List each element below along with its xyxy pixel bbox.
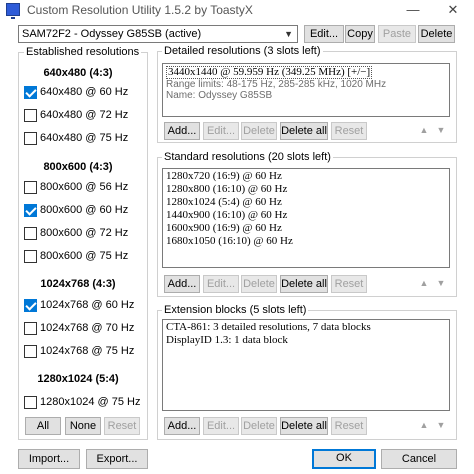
checkbox-box[interactable] (24, 345, 37, 358)
checkbox-box[interactable] (24, 109, 37, 122)
paste-button[interactable]: Paste (378, 25, 416, 43)
list-item[interactable]: 1600x900 (16:9) @ 60 Hz (166, 223, 446, 234)
chevron-down-icon: ▼ (284, 29, 293, 39)
checkbox-label: 1024x768 @ 60 Hz (40, 299, 135, 311)
established-resolutions-title: Established resolutions (24, 46, 142, 58)
title-bar: Custom Resolution Utility 1.5.2 by Toast… (0, 0, 474, 20)
move-down-icon[interactable]: ▼ (434, 275, 448, 291)
checkbox-label: 1024x768 @ 70 Hz (40, 322, 135, 334)
export-button[interactable]: Export... (86, 449, 148, 469)
detailed-delete-button[interactable]: Delete (241, 122, 277, 140)
detailed-resolutions-list[interactable]: 3440x1440 @ 59.959 Hz (349.25 MHz) [+/−]… (162, 63, 450, 117)
extension-edit-button[interactable]: Edit... (203, 417, 239, 435)
checkbox-box[interactable] (24, 86, 37, 99)
cancel-button[interactable]: Cancel (381, 449, 457, 469)
standard-resolutions-title: Standard resolutions (20 slots left) (162, 151, 333, 163)
monitor-select[interactable]: SAM72F2 - Odyssey G85SB (active) ▼ (18, 25, 298, 43)
minimize-button[interactable]: — (396, 0, 430, 20)
copy-button[interactable]: Copy (345, 25, 375, 43)
monitor-name-text: Name: Odyssey G85SB (166, 90, 273, 101)
range-limits-text: Range limits: 48-175 Hz, 285-285 kHz, 10… (166, 79, 387, 90)
select-none-button[interactable]: None (65, 417, 101, 435)
move-up-icon[interactable]: ▲ (417, 417, 431, 433)
detailed-edit-button[interactable]: Edit... (203, 122, 239, 140)
checkbox-label: 1280x1024 @ 75 Hz (40, 396, 141, 408)
close-button[interactable]: ✕ (436, 0, 470, 20)
move-up-icon[interactable]: ▲ (417, 122, 431, 138)
checkbox-box[interactable] (24, 204, 37, 217)
detailed-resolutions-title: Detailed resolutions (3 slots left) (162, 45, 323, 57)
standard-reset-button[interactable]: Reset (331, 275, 367, 293)
group-heading-640x480: 640x480 (4:3) (43, 67, 113, 79)
detailed-add-button[interactable]: Add... (164, 122, 200, 140)
group-heading-800x600: 800x600 (4:3) (43, 161, 113, 173)
checkbox-label: 1024x768 @ 75 Hz (40, 345, 135, 357)
import-button[interactable]: Import... (18, 449, 80, 469)
standard-delete-all-button[interactable]: Delete all (280, 275, 328, 293)
detailed-resolution-entry[interactable]: 3440x1440 @ 59.959 Hz (349.25 MHz) [+/−] (166, 66, 373, 79)
checkbox-label: 800x600 @ 72 Hz (40, 227, 129, 239)
list-item[interactable]: 1280x720 (16:9) @ 60 Hz (166, 171, 446, 182)
move-down-icon[interactable]: ▼ (434, 417, 448, 433)
delete-monitor-button[interactable]: Delete (418, 25, 455, 43)
checkbox-label: 800x600 @ 56 Hz (40, 181, 129, 193)
checkbox-label: 800x600 @ 60 Hz (40, 204, 129, 216)
ok-button[interactable]: OK (312, 449, 376, 469)
checkbox-box[interactable] (24, 250, 37, 263)
move-down-icon[interactable]: ▼ (434, 122, 448, 138)
move-up-icon[interactable]: ▲ (417, 275, 431, 291)
standard-edit-button[interactable]: Edit... (203, 275, 239, 293)
checkbox-label: 800x600 @ 75 Hz (40, 250, 129, 262)
extension-blocks-list[interactable]: CTA-861: 3 detailed resolutions, 7 data … (162, 319, 450, 411)
checkbox-box[interactable] (24, 322, 37, 335)
extension-delete-button[interactable]: Delete (241, 417, 277, 435)
checkbox-box[interactable] (24, 132, 37, 145)
extension-reset-button[interactable]: Reset (331, 417, 367, 435)
checkbox-box[interactable] (24, 181, 37, 194)
checkbox-label: 640x480 @ 75 Hz (40, 132, 129, 144)
monitor-icon (6, 3, 20, 19)
checkbox-label: 640x480 @ 60 Hz (40, 86, 129, 98)
detailed-delete-all-button[interactable]: Delete all (280, 122, 328, 140)
checkbox-box[interactable] (24, 396, 37, 409)
checkbox-box[interactable] (24, 227, 37, 240)
standard-add-button[interactable]: Add... (164, 275, 200, 293)
standard-resolutions-list[interactable]: 1280x720 (16:9) @ 60 Hz 1280x800 (16:10)… (162, 168, 450, 268)
list-item[interactable]: CTA-861: 3 detailed resolutions, 7 data … (166, 322, 446, 333)
checkbox-label: 640x480 @ 72 Hz (40, 109, 129, 121)
list-item[interactable]: 1280x1024 (5:4) @ 60 Hz (166, 197, 446, 208)
checkbox-box[interactable] (24, 299, 37, 312)
list-item[interactable]: 1440x900 (16:10) @ 60 Hz (166, 210, 446, 221)
standard-delete-button[interactable]: Delete (241, 275, 277, 293)
list-item[interactable]: 1680x1050 (16:10) @ 60 Hz (166, 236, 446, 247)
group-heading-1280x1024: 1280x1024 (5:4) (37, 373, 119, 385)
extension-add-button[interactable]: Add... (164, 417, 200, 435)
group-heading-1024x768: 1024x768 (4:3) (40, 278, 116, 290)
window-title: Custom Resolution Utility 1.5.2 by Toast… (27, 3, 253, 17)
edit-monitor-button[interactable]: Edit... (304, 25, 344, 43)
select-all-button[interactable]: All (25, 417, 61, 435)
list-item[interactable]: 1280x800 (16:10) @ 60 Hz (166, 184, 446, 195)
established-reset-button[interactable]: Reset (104, 417, 140, 435)
detailed-reset-button[interactable]: Reset (331, 122, 367, 140)
list-item[interactable]: DisplayID 1.3: 1 data block (166, 335, 446, 346)
monitor-select-value: SAM72F2 - Odyssey G85SB (active) (22, 28, 202, 40)
extension-blocks-title: Extension blocks (5 slots left) (162, 304, 309, 316)
extension-delete-all-button[interactable]: Delete all (280, 417, 328, 435)
list-item[interactable]: 3440x1440 @ 59.959 Hz (349.25 MHz) [+/−] (166, 66, 446, 79)
